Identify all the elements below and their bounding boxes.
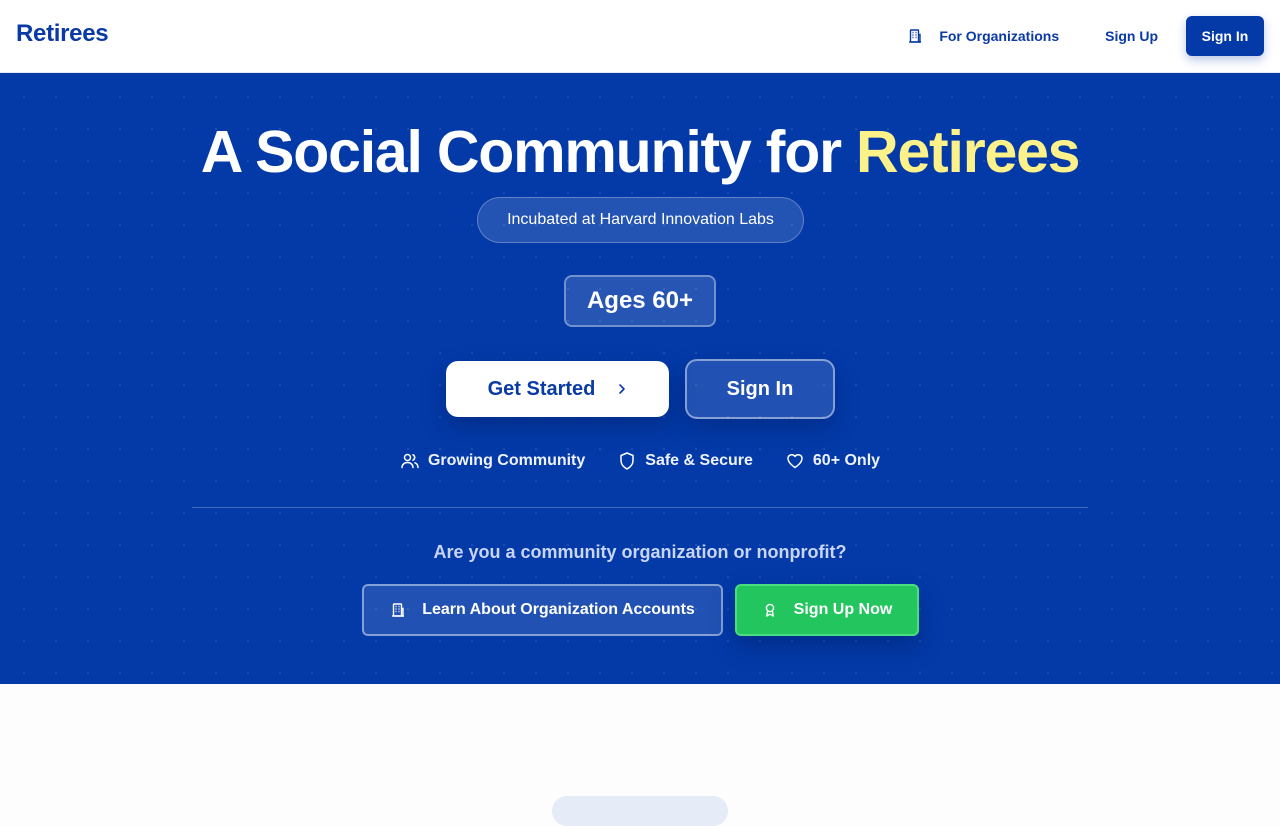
hero-title-accent: Retirees (856, 119, 1080, 185)
sign-up-now-button[interactable]: Sign Up Now (735, 584, 919, 636)
hero-section: A Social Community for Retirees Incubate… (0, 73, 1280, 684)
feature-label: 60+ Only (812, 452, 881, 469)
harvard-badge: Incubated at Harvard Innovation Labs (477, 197, 804, 243)
shield-icon (620, 452, 635, 470)
feature-item: Safe & Secure (617, 451, 753, 471)
award-icon (765, 603, 774, 617)
sign-up-now-label: Sign Up Now (793, 601, 893, 618)
sign-in-button[interactable]: Sign In (1186, 16, 1264, 56)
feature-item: 60+ Only (785, 451, 880, 471)
org-question: Are you a community organization or nonp… (433, 542, 847, 562)
sign-up-label: Sign Up (1105, 28, 1158, 44)
age-badge: Ages 60+ (564, 275, 716, 327)
feature-label: Safe & Secure (645, 452, 753, 469)
hero-sign-in-button[interactable]: Sign In (685, 359, 835, 419)
for-organizations-link[interactable]: For Organizations (893, 16, 1073, 56)
learn-organization-accounts-button[interactable]: Learn About Organization Accounts (362, 584, 723, 636)
building-icon (909, 29, 922, 43)
logo[interactable]: Retirees (16, 20, 109, 48)
building-icon (392, 603, 405, 617)
section-badge (552, 796, 728, 826)
hero-title-main: A Social Community for (200, 119, 857, 185)
divider (192, 507, 1088, 508)
get-started-label: Get Started (487, 377, 596, 400)
get-started-button[interactable]: Get Started (446, 361, 669, 417)
feature-label: Growing Community (427, 452, 586, 469)
users-icon (401, 453, 419, 469)
heart-icon (787, 454, 803, 469)
chevron-right-icon (619, 384, 626, 394)
top-nav: For Organizations Sign Up Sign In (893, 16, 1264, 56)
feature-item: Growing Community (400, 451, 585, 471)
for-organizations-label: For Organizations (939, 28, 1060, 44)
top-header: Retirees For Organizations Sign Up Sign … (0, 0, 1280, 73)
feature-list: Growing Community Safe & Secure 60+ Only (0, 451, 1280, 471)
learn-label: Learn About Organization Accounts (422, 601, 695, 618)
sign-up-link[interactable]: Sign Up (1091, 16, 1172, 56)
hero-title: A Social Community for Retirees (0, 119, 1280, 185)
